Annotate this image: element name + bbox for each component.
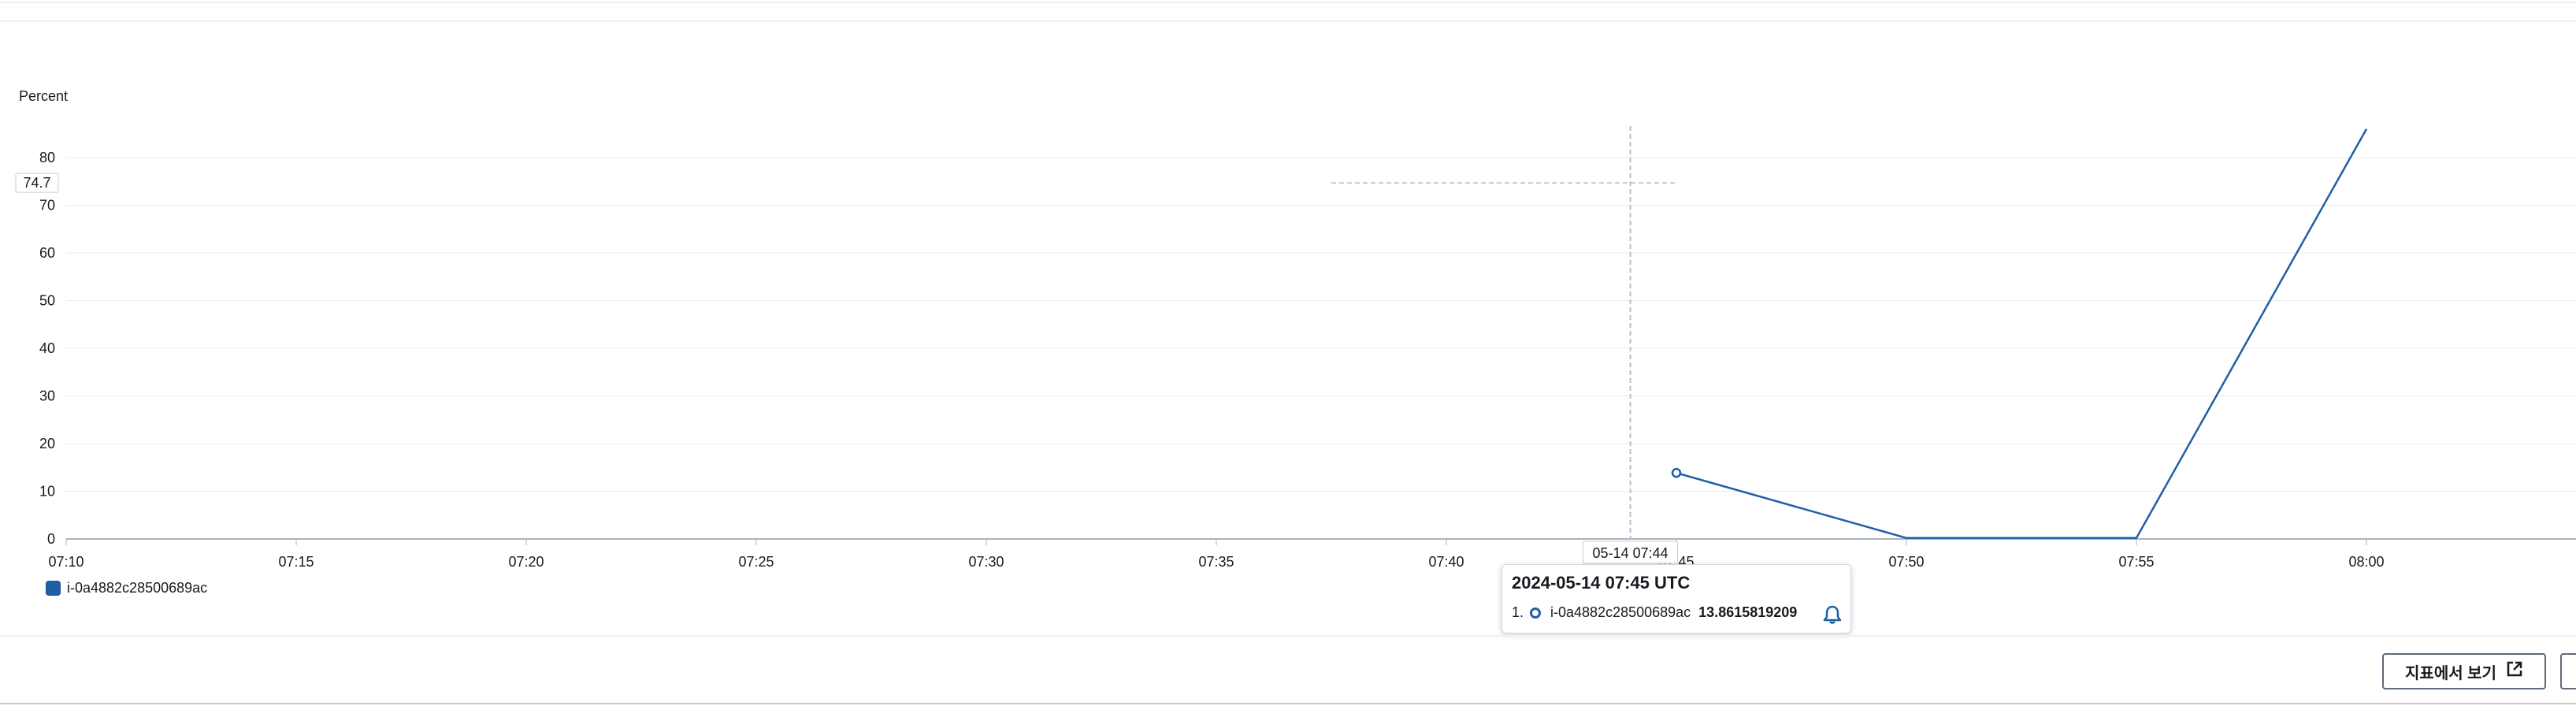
y-tick-label: 70: [39, 198, 55, 214]
x-tick-label: 07:40: [1428, 554, 1464, 570]
x-tick-label: 08:00: [2348, 554, 2384, 570]
tooltip-title: 2024-05-14 07:45 UTC: [1512, 573, 1691, 593]
x-tick-label: 07:35: [1198, 554, 1234, 570]
tooltip-value: 13.8615819209: [1698, 604, 1798, 620]
x-tick-label: 07:10: [48, 554, 84, 570]
y-tick-label: 40: [39, 340, 55, 356]
tooltip-series: i-0a4882c28500689ac: [1550, 604, 1691, 620]
x-tick-label: 07:25: [738, 554, 774, 570]
x-crosshair-label: 05-14 07:44: [1593, 545, 1668, 561]
y-tick-label: 80: [39, 150, 55, 165]
data-point: [1671, 467, 1682, 478]
legend-label: i-0a4882c28500689ac: [67, 580, 208, 596]
x-tick-label: 07:55: [2118, 554, 2154, 570]
x-tick-label: 07:20: [508, 554, 544, 570]
external-link-icon: [2506, 660, 2523, 682]
x-tick-label: 07:50: [1888, 554, 1924, 570]
y-tick-label: 20: [39, 436, 55, 451]
alarm-bell-icon[interactable]: [1822, 604, 1843, 629]
x-tick-label: 07:30: [968, 554, 1004, 570]
view-in-metrics-button[interactable]: 지표에서 보기: [2382, 653, 2546, 689]
y-tick-label: 10: [39, 484, 55, 500]
line-chart[interactable]: 0 10 20 30 40 50 60 70 80 07:10 07:15 07:20 07:25 07:…: [0, 0, 2576, 599]
footer-divider: [0, 635, 2576, 637]
y-tick-label: 30: [39, 388, 55, 404]
series-line: [1676, 128, 2368, 540]
y-tick-label: 60: [39, 245, 55, 261]
legend-swatch: [46, 581, 61, 596]
overflow-button[interactable]: [2560, 653, 2576, 689]
y-tick-label: 0: [47, 531, 55, 547]
data-tooltip: 2024-05-14 07:45 UTC 1. i-0a4882c2850068…: [1501, 564, 1851, 634]
series-marker-icon: [1530, 607, 1542, 619]
y-tick-label: 50: [39, 293, 55, 309]
x-tick-label: 07:15: [278, 554, 314, 570]
tooltip-row: 1. i-0a4882c28500689ac 13.8615819209: [1512, 604, 1841, 621]
y-crosshair-label: 74.7: [23, 175, 50, 191]
view-in-metrics-label: 지표에서 보기: [2405, 664, 2496, 682]
legend[interactable]: i-0a4882c28500689ac: [46, 580, 207, 596]
tooltip-index: 1.: [1512, 604, 1524, 620]
bottom-divider: [0, 703, 2576, 704]
